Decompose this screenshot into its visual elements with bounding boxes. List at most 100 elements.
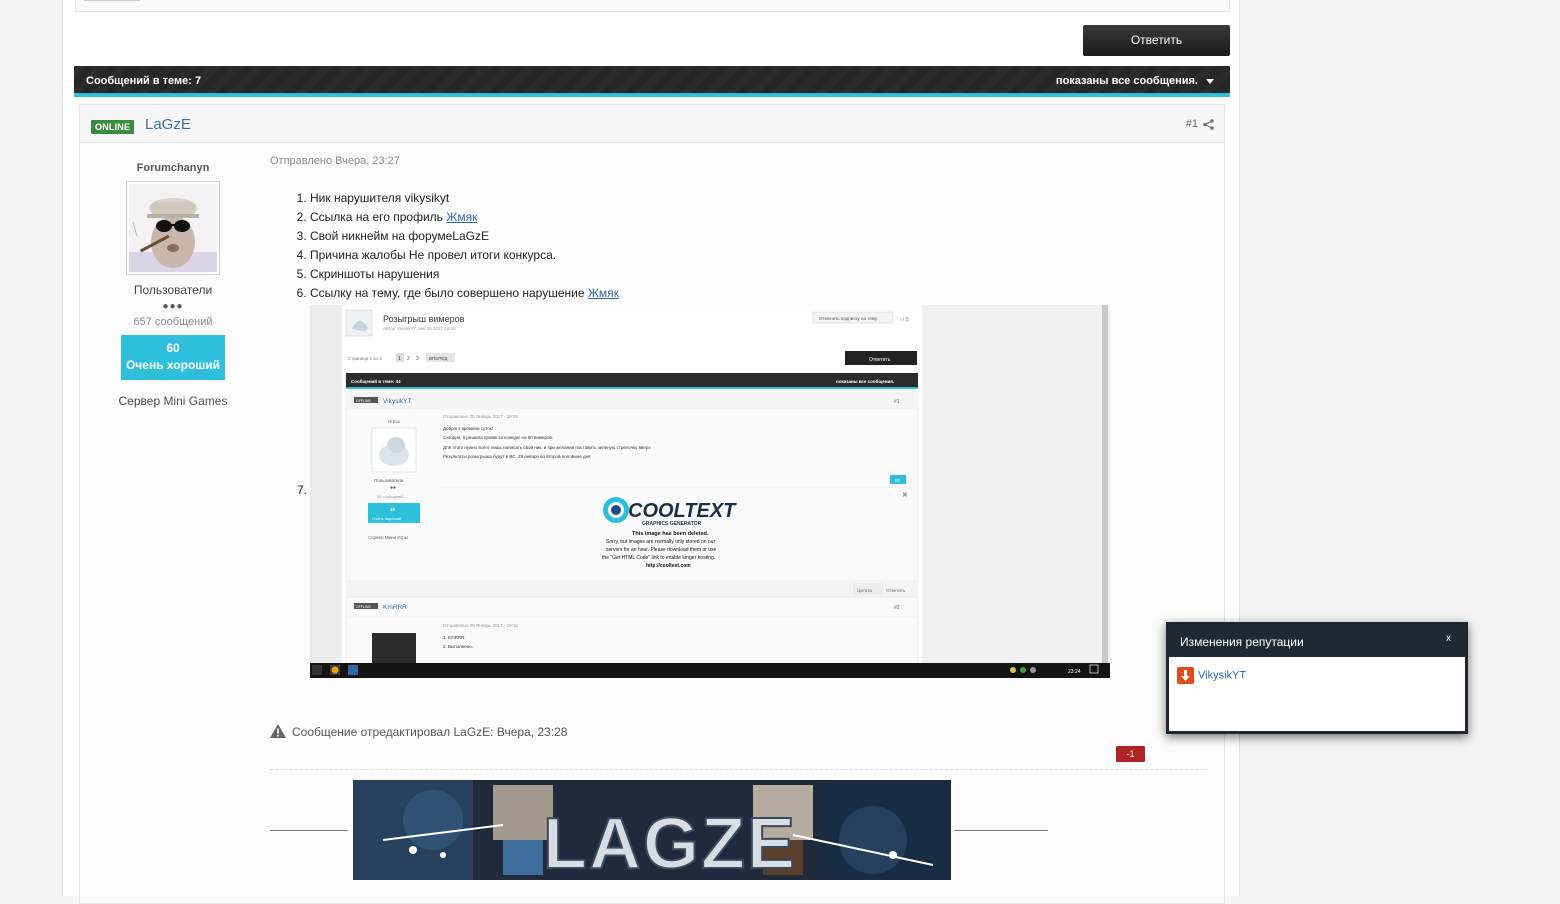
svg-text:Сервер Мини Игры: Сервер Мини Игры <box>368 535 408 540</box>
avatar[interactable] <box>126 181 220 275</box>
svg-text:50: 50 <box>895 478 901 483</box>
svg-text:Ответить: Ответить <box>869 357 891 363</box>
svg-text:1. KmRRR: 1. KmRRR <box>443 635 465 640</box>
svg-text:Результаты розыгрыша будут в В: Результаты розыгрыша будут в ВС, 29 янва… <box>443 453 591 459</box>
reputation-box: 60 Очень хороший <box>121 335 225 380</box>
edit-notice: Сообщение отредактировал LaGzE: Вчера, 2… <box>270 724 567 739</box>
svg-text:COOLTEXT: COOLTEXT <box>628 500 737 522</box>
previous-block-edge <box>75 0 1230 12</box>
post-date: Отправлено Вчера, 23:27 <box>270 155 400 167</box>
svg-text:This image has been deleted.: This image has been deleted. <box>632 531 709 537</box>
svg-text:Сегодня, я решила провести кон: Сегодня, я решила провести конкурс на 50… <box>443 435 553 440</box>
signature-line-right <box>954 830 1048 831</box>
list-item-number: 7. <box>297 483 308 497</box>
svg-text:the "Get HTML Code" link to en: the "Get HTML Code" link to enable longe… <box>602 555 715 561</box>
svg-text:Игрок: Игрок <box>388 419 400 424</box>
svg-text:Сообщений в теме: 44: Сообщений в теме: 44 <box>351 378 401 384</box>
close-icon[interactable]: x <box>1446 633 1451 644</box>
svg-text:2. Выполнено.: 2. Выполнено. <box>443 644 473 649</box>
edit-notice-text: Сообщение отредактировал LaGzE: Вчера, 2… <box>292 725 568 739</box>
svg-text:#1: #1 <box>894 399 900 405</box>
share-icon[interactable] <box>1203 119 1214 130</box>
arrow-down-icon <box>1177 667 1194 684</box>
list-item: Ссылку на тему, где было совершено наруш… <box>310 284 619 303</box>
user-server: Сервер Mini Games <box>80 394 266 408</box>
reputation-popup-title: Изменения репутации <box>1180 635 1304 649</box>
user-info-panel: Forumchanyn Пользователи ●●● 657 сообщен… <box>80 143 266 408</box>
svg-text:Отправлено 25 Январь 2017 - 19: Отправлено 25 Январь 2017 - 19:16 <box>443 623 518 628</box>
svg-text:ВПЕРЕД: ВПЕРЕД <box>429 356 447 361</box>
svg-text:VikysikYT: VikysikYT <box>383 398 411 405</box>
ss-topic-title: Розыгрыш вимеров <box>383 314 465 324</box>
avatar-image <box>129 184 217 272</box>
reputation-popup: Изменения репутации x VikysikYT <box>1166 622 1468 734</box>
svg-text:GRAPHICS GENERATOR: GRAPHICS GENERATOR <box>642 521 702 527</box>
list-item: Ник нарушителя vikysikyt <box>310 189 619 208</box>
svg-text:39: 39 <box>390 507 396 512</box>
svg-text:1: 1 <box>398 356 401 362</box>
svg-text:Для этого нужно всего лишь нап: Для этого нужно всего лишь написать свой… <box>443 444 651 450</box>
server-name: Mini Games <box>163 394 228 408</box>
signature-line-left <box>270 830 348 831</box>
svg-text:Цитата: Цитата <box>857 588 872 593</box>
ss-topic-meta: Автор VikysikYT, янв 25 2017 19:05 <box>383 326 456 331</box>
svg-text:Пользователи: Пользователи <box>374 478 404 483</box>
user-group: Пользователи <box>133 283 213 297</box>
page-content: Ответить Сообщений в теме: 7 показаны вс… <box>62 0 1240 904</box>
reputation-value: 60 <box>166 341 180 355</box>
svg-text:http://cooltext.com: http://cooltext.com <box>646 563 691 569</box>
post-filter-label: показаны все сообщения. <box>1055 75 1198 87</box>
list-item: Свой никнейм на форумеLaGzE <box>310 227 619 246</box>
reply-button[interactable]: Ответить <box>1083 25 1230 56</box>
list-item: Скриншоты нарушения <box>310 265 619 284</box>
report-list: Ник нарушителя vikysikyt Ссылка на его п… <box>270 189 619 303</box>
user-rank-title: Forumchanyn <box>136 162 210 174</box>
svg-text:показаны все сообщения.: показаны все сообщения. <box>836 378 894 384</box>
svg-text:✖: ✖ <box>902 492 908 499</box>
ss-subscribe-button: Отменить подписку на тему <box>819 316 878 321</box>
reputation-entry-user: VikysikYT <box>1198 669 1247 682</box>
violation-screenshot[interactable]: Розыгрыш вимеров Автор VikysikYT, янв 25… <box>310 305 1110 678</box>
reputation-minus-badge[interactable]: -1 <box>1116 746 1145 762</box>
reputation-popup-header: Изменения репутации x <box>1169 625 1465 657</box>
signature-divider <box>270 769 1208 770</box>
post-header: ONLINE LaGzE #1 <box>80 105 1224 143</box>
user-posts-count: 657 сообщений <box>133 316 213 328</box>
topic-link[interactable]: Жмяк <box>588 286 619 300</box>
svg-text:OFFLINE: OFFLINE <box>356 399 371 403</box>
profile-link[interactable]: Жмяк <box>446 210 477 224</box>
online-badge: ONLINE <box>91 120 135 134</box>
svg-text:Доброго времени суток!: Доброго времени суток! <box>443 426 493 431</box>
list-item: Причина жалобы Не провел итоги конкурса. <box>310 246 619 265</box>
warning-icon <box>270 724 286 738</box>
svg-text:Отправлено 25 Январь 2017 - 19: Отправлено 25 Январь 2017 - 19:05 <box>443 414 518 419</box>
svg-text:Sorry, but images are normally: Sorry, but images are normally only stor… <box>606 539 715 545</box>
svg-text:#2: #2 <box>894 605 900 611</box>
ss-pager: Страница 1 из 3 <box>348 356 382 361</box>
rank-pips: ●●● <box>162 301 184 312</box>
svg-text:3: 3 <box>416 356 419 362</box>
svg-text:Ответить: Ответить <box>886 588 906 593</box>
svg-text:servers for an hour. Please do: servers for an hour. Please download the… <box>606 547 717 553</box>
post-number-link[interactable]: #1 <box>1186 118 1198 130</box>
svg-text:⚇ 5: ⚇ 5 <box>900 317 909 323</box>
svg-text:●●: ●● <box>390 485 396 491</box>
svg-text:2: 2 <box>407 356 410 362</box>
topic-bar: Сообщений в теме: 7 показаны все сообщен… <box>74 66 1230 97</box>
signature-banner-text: LAGZE <box>543 804 797 880</box>
svg-text:KmRRR: KmRRR <box>383 604 407 611</box>
svg-text:54 сообщений: 54 сообщений <box>377 494 404 499</box>
screenshot-image: Розыгрыш вимеров Автор VikysikYT, янв 25… <box>310 305 1110 678</box>
svg-text:23:24: 23:24 <box>1068 669 1081 675</box>
server-prefix: Сервер <box>118 394 164 408</box>
list-item: Ссылка на его профиль Жмяк <box>310 208 619 227</box>
svg-text:OFFLINE: OFFLINE <box>356 605 371 609</box>
signature-banner: LAGZE <box>353 780 951 880</box>
signature-banner-image: LAGZE <box>353 780 951 880</box>
post-filter-dropdown[interactable]: показаны все сообщения. <box>1056 75 1214 87</box>
svg-text:Очень хороший: Очень хороший <box>372 516 401 521</box>
reputation-label: Очень хороший <box>125 358 221 372</box>
chevron-down-icon <box>1206 78 1214 84</box>
author-link[interactable]: LaGzE <box>145 116 191 133</box>
reputation-entry[interactable]: VikysikYT <box>1177 667 1246 684</box>
